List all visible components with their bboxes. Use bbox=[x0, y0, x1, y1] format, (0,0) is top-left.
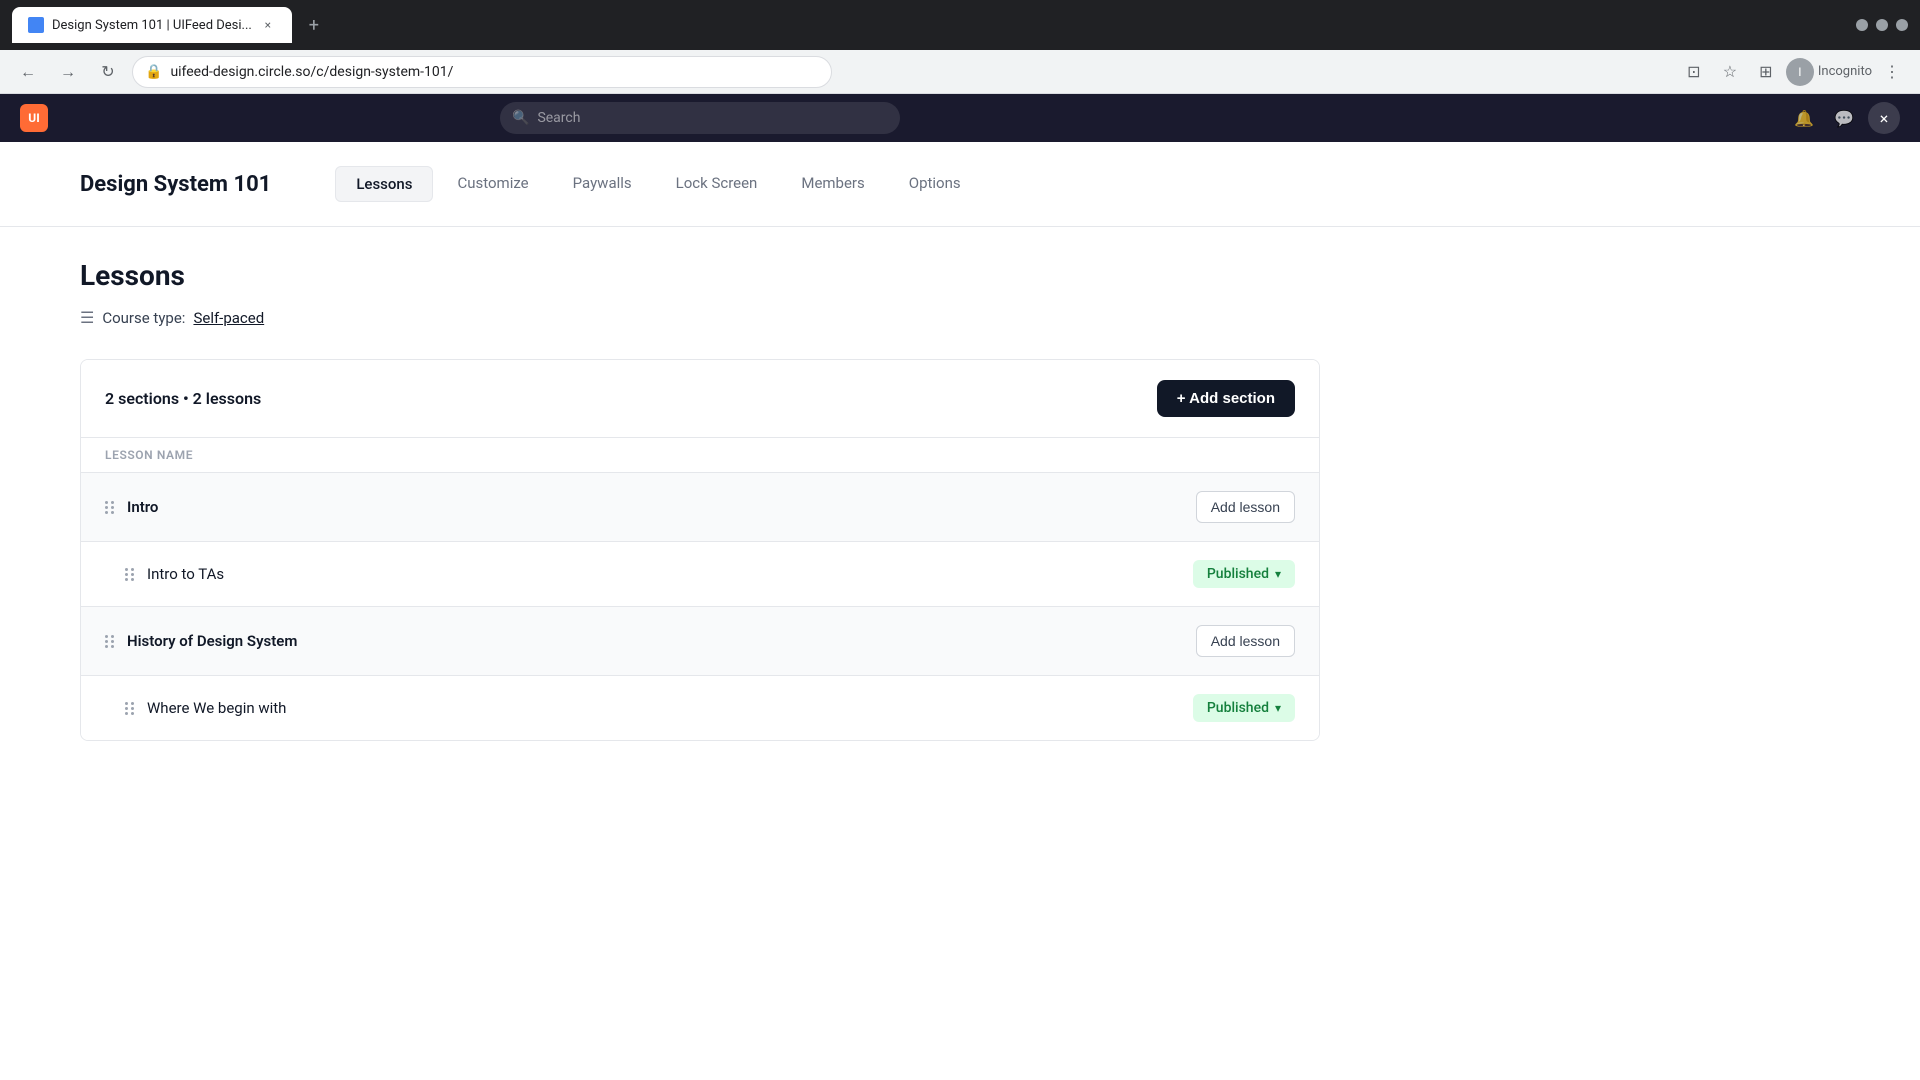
lesson-row: Intro to TAs Published ▾ bbox=[81, 542, 1319, 607]
app-logo: UI bbox=[20, 104, 48, 132]
tab-close-button[interactable]: × bbox=[260, 17, 276, 33]
search-placeholder: Search bbox=[537, 110, 580, 126]
back-button[interactable]: ← bbox=[12, 56, 44, 88]
forward-icon: → bbox=[60, 62, 76, 82]
add-lesson-button-history[interactable]: Add lesson bbox=[1196, 625, 1295, 657]
profile-button[interactable]: I bbox=[1786, 58, 1814, 86]
tab-favicon bbox=[28, 17, 44, 33]
table-header-row: 2 sections • 2 lessons + Add section bbox=[81, 360, 1319, 438]
browser-tab[interactable]: Design System 101 | UIFeed Desi... × bbox=[12, 7, 292, 43]
header-right-actions: 🔔 💬 × bbox=[1788, 102, 1900, 134]
sections-count: 2 sections • 2 lessons bbox=[105, 389, 261, 408]
tab-customize[interactable]: Customize bbox=[437, 166, 548, 202]
section-row: History of Design System Add lesson bbox=[81, 607, 1319, 676]
section-name-history: History of Design System bbox=[127, 632, 1184, 650]
close-icon: × bbox=[1880, 109, 1889, 128]
course-title: Design System 101 bbox=[80, 172, 271, 197]
published-label: Published bbox=[1207, 566, 1269, 582]
reload-button[interactable]: ↻ bbox=[92, 56, 124, 88]
add-section-button[interactable]: + Add section bbox=[1157, 380, 1295, 417]
search-icon: 🔍 bbox=[512, 110, 529, 126]
lesson-drag-handle[interactable] bbox=[125, 702, 135, 715]
close-overlay-button[interactable]: × bbox=[1868, 102, 1900, 134]
published-badge-where-we-begin[interactable]: Published ▾ bbox=[1193, 694, 1295, 722]
browser-toolbar: ← → ↻ 🔒 uifeed-design.circle.so/c/design… bbox=[0, 50, 1920, 94]
forward-button[interactable]: → bbox=[52, 56, 84, 88]
chevron-down-icon: ▾ bbox=[1275, 567, 1281, 581]
app-search-bar[interactable]: 🔍 Search bbox=[500, 102, 900, 134]
tab-lock-screen[interactable]: Lock Screen bbox=[656, 166, 778, 202]
section-name: Intro bbox=[127, 498, 1184, 516]
menu-button[interactable]: ⋮ bbox=[1876, 56, 1908, 88]
window-controls bbox=[1856, 19, 1908, 31]
lesson-name-intro-tas: Intro to TAs bbox=[147, 565, 1181, 583]
course-type-link[interactable]: Self-paced bbox=[193, 309, 264, 327]
page-title: Lessons bbox=[80, 259, 1320, 292]
lesson-name-column-header: LESSON NAME bbox=[105, 448, 193, 462]
lesson-row: Where We begin with Published ▾ bbox=[81, 676, 1319, 740]
section-drag-handle[interactable] bbox=[105, 501, 115, 514]
course-header: Design System 101 Lessons Customize Payw… bbox=[0, 142, 1920, 227]
chevron-down-icon: ▾ bbox=[1275, 701, 1281, 715]
lesson-name-where-we-begin: Where We begin with bbox=[147, 699, 1181, 717]
toolbar-actions: ⊡ ☆ ⊞ I Incognito ⋮ bbox=[1678, 56, 1908, 88]
add-lesson-button-intro[interactable]: Add lesson bbox=[1196, 491, 1295, 523]
address-text: uifeed-design.circle.so/c/design-system-… bbox=[170, 64, 819, 80]
course-nav-tabs: Lessons Customize Paywalls Lock Screen M… bbox=[335, 166, 980, 202]
notification-bell-button[interactable]: 🔔 bbox=[1788, 102, 1820, 134]
section-drag-handle[interactable] bbox=[105, 635, 115, 648]
maximize-button[interactable] bbox=[1876, 19, 1888, 31]
bookmark-button[interactable]: ☆ bbox=[1714, 56, 1746, 88]
lessons-table: 2 sections • 2 lessons + Add section LES… bbox=[80, 359, 1320, 741]
course-type-row: ☰ Course type: Self-paced bbox=[80, 308, 1320, 327]
tab-lessons[interactable]: Lessons bbox=[335, 166, 433, 202]
published-badge-intro-tas[interactable]: Published ▾ bbox=[1193, 560, 1295, 588]
cast-button[interactable]: ⊡ bbox=[1678, 56, 1710, 88]
page-container: Design System 101 Lessons Customize Payw… bbox=[0, 142, 1920, 1080]
section-row: Intro Add lesson bbox=[81, 473, 1319, 542]
address-bar[interactable]: 🔒 uifeed-design.circle.so/c/design-syste… bbox=[132, 56, 832, 88]
incognito-label: Incognito bbox=[1818, 64, 1872, 79]
new-tab-button[interactable]: + bbox=[300, 11, 328, 39]
tab-paywalls[interactable]: Paywalls bbox=[553, 166, 652, 202]
app-header-bar: UI 🔍 Search 🔔 💬 × bbox=[0, 94, 1920, 142]
back-icon: ← bbox=[20, 62, 36, 82]
tab-title: Design System 101 | UIFeed Desi... bbox=[52, 18, 252, 33]
published-label: Published bbox=[1207, 700, 1269, 716]
lesson-drag-handle[interactable] bbox=[125, 568, 135, 581]
minimize-button[interactable] bbox=[1856, 19, 1868, 31]
course-type-icon: ☰ bbox=[80, 308, 94, 327]
chat-button[interactable]: 💬 bbox=[1828, 102, 1860, 134]
column-headers: LESSON NAME bbox=[81, 438, 1319, 473]
main-content: Lessons ☰ Course type: Self-paced 2 sect… bbox=[0, 227, 1400, 773]
tab-members[interactable]: Members bbox=[781, 166, 884, 202]
course-type-label: Course type: bbox=[102, 309, 185, 327]
browser-chrome: Design System 101 | UIFeed Desi... × + bbox=[0, 0, 1920, 50]
close-button[interactable] bbox=[1896, 19, 1908, 31]
lock-icon: 🔒 bbox=[145, 64, 162, 80]
reload-icon: ↻ bbox=[101, 62, 114, 81]
tab-options[interactable]: Options bbox=[889, 166, 981, 202]
extension-button[interactable]: ⊞ bbox=[1750, 56, 1782, 88]
